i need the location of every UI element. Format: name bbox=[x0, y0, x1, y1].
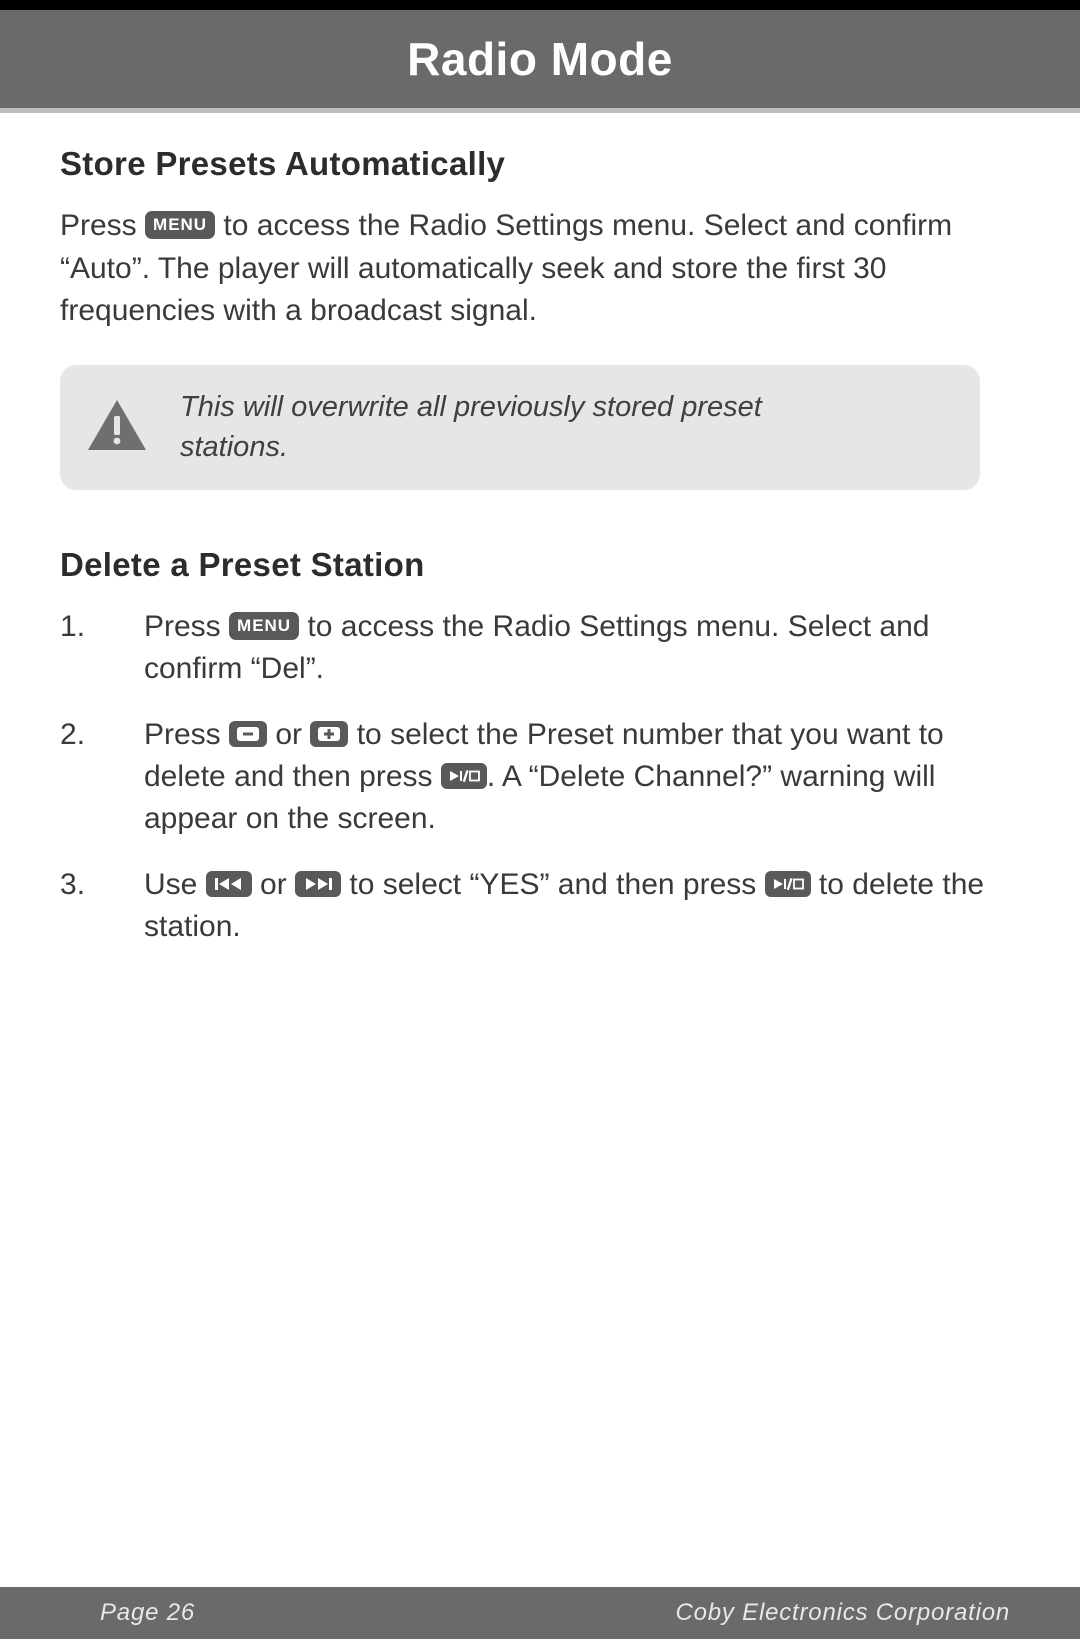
warning-callout: This will overwrite all previously store… bbox=[60, 365, 980, 490]
text-fragment: Press bbox=[144, 610, 229, 643]
page-content: Store Presets Automatically Press MENU t… bbox=[0, 113, 1080, 948]
text-fragment: to select “YES” and then press bbox=[341, 868, 765, 901]
plus-button-icon bbox=[310, 721, 348, 747]
footer-company: Coby Electronics Corporation bbox=[675, 1599, 1010, 1627]
page-title: Radio Mode bbox=[407, 33, 673, 85]
minus-button-icon bbox=[229, 721, 267, 747]
footer-page-number: Page 26 bbox=[100, 1599, 195, 1627]
page-footer: Page 26 Coby Electronics Corporation bbox=[0, 1587, 1080, 1639]
list-item: Press MENU to access the Radio Settings … bbox=[60, 606, 1020, 690]
text-fragment: or bbox=[252, 868, 295, 901]
list-item: Use or to select “YES” and then press bbox=[60, 864, 1020, 948]
text-fragment: Press bbox=[144, 718, 229, 751]
prev-track-button-icon bbox=[206, 871, 252, 897]
play-stop-button-icon bbox=[765, 871, 811, 897]
text-fragment: Use bbox=[144, 868, 206, 901]
section-heading-store: Store Presets Automatically bbox=[60, 145, 1020, 183]
warning-text: This will overwrite all previously store… bbox=[180, 387, 860, 468]
store-paragraph: Press MENU to access the Radio Settings … bbox=[60, 205, 1020, 333]
page-header: Radio Mode bbox=[0, 0, 1080, 113]
menu-button-icon: MENU bbox=[229, 612, 299, 640]
menu-button-icon: MENU bbox=[145, 211, 215, 239]
delete-steps-list: Press MENU to access the Radio Settings … bbox=[60, 606, 1020, 948]
section-heading-delete: Delete a Preset Station bbox=[60, 546, 1020, 584]
warning-icon bbox=[86, 398, 148, 457]
play-stop-button-icon bbox=[441, 763, 487, 789]
list-item: Press or to select the Preset number tha… bbox=[60, 714, 1020, 840]
next-track-button-icon bbox=[295, 871, 341, 897]
text-fragment: or bbox=[267, 718, 310, 751]
text-fragment: Press bbox=[60, 209, 145, 242]
